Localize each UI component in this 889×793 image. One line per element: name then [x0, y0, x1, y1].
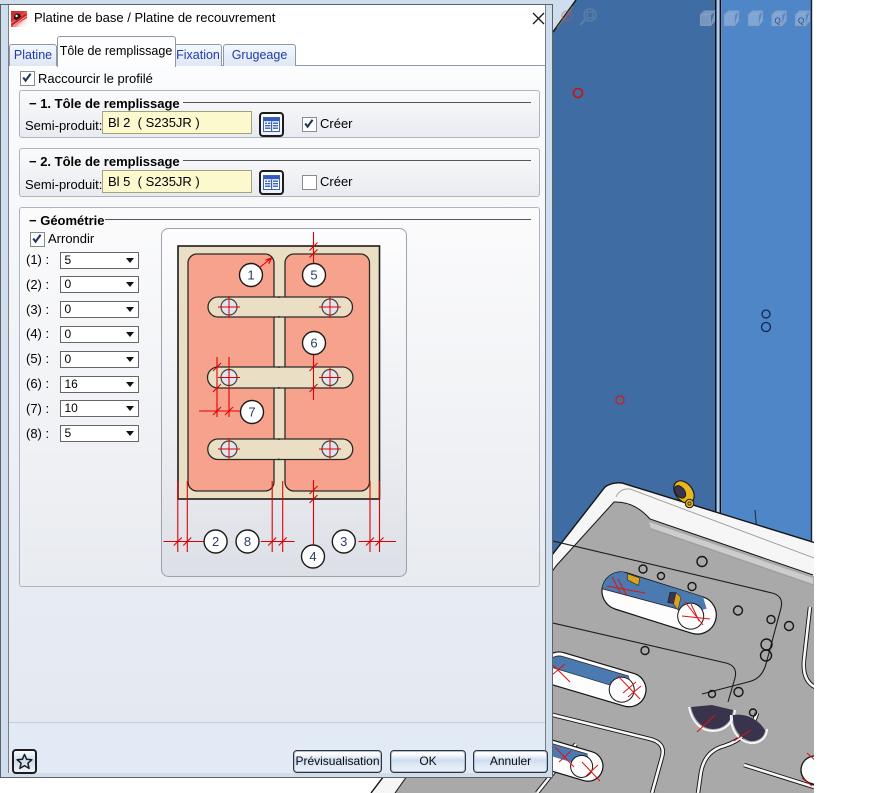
svg-text:1: 1: [247, 268, 254, 283]
svg-text:4: 4: [309, 549, 316, 564]
svg-text:Q: Q: [798, 17, 804, 26]
svg-text:8: 8: [244, 534, 251, 549]
svg-text:6: 6: [310, 336, 317, 351]
svg-text:Q: Q: [775, 17, 781, 26]
svg-text:3: 3: [340, 534, 347, 549]
svg-text:2: 2: [212, 534, 219, 549]
svg-text:5: 5: [310, 268, 317, 283]
svg-text:7: 7: [248, 405, 255, 420]
